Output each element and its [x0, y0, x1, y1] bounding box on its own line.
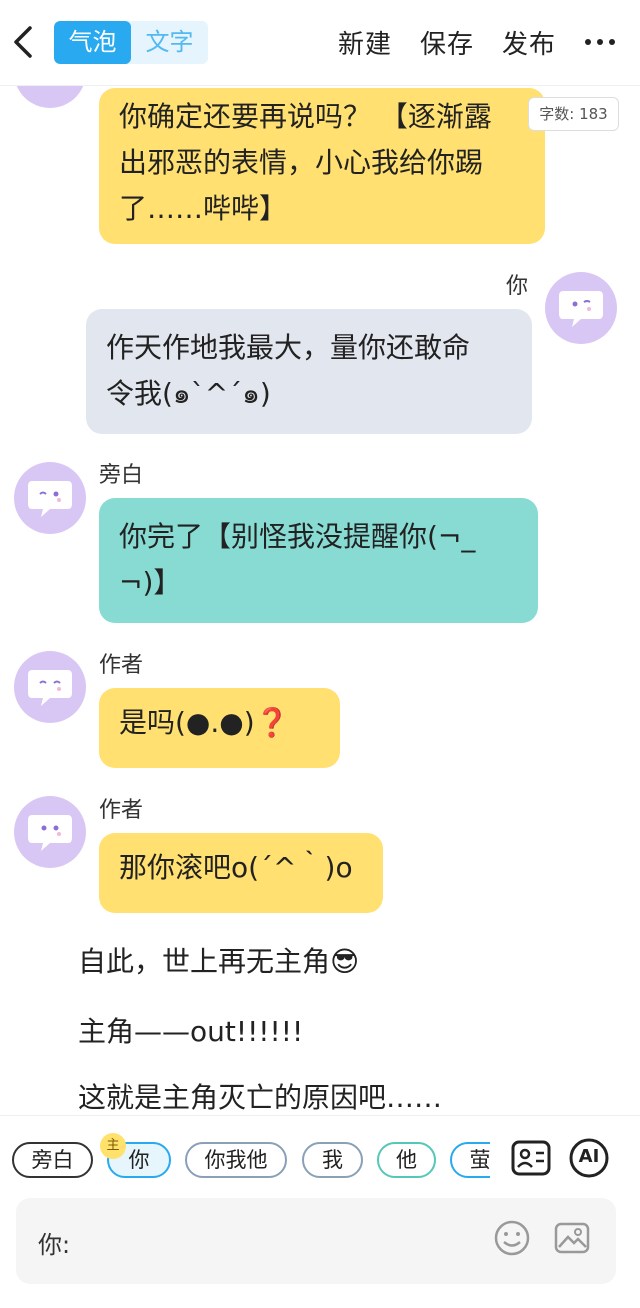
word-count-badge: 字数: 183 [528, 97, 619, 131]
message-bubble[interactable]: 你完了【别怪我没提醒你(¬_ ¬)】 [99, 498, 538, 623]
message-line: 出邪恶的表情，小心我给你踢 [119, 146, 484, 179]
role-chip-list[interactable]: 旁白 你 你我他 我 他 萤 [0, 1136, 490, 1186]
message-line: ¬)】 [119, 566, 182, 599]
chat-area[interactable]: 你确定还要再说吗？ 【逐渐露 出邪恶的表情，小心我给你踢 了……哔哔】 你 作天… [0, 0, 640, 1115]
speaker-name: 作者 [99, 653, 144, 678]
emoji-button[interactable] [492, 1218, 532, 1258]
more-button[interactable] [583, 24, 617, 60]
top-bar: 气泡 文字 新建 保存 发布 [0, 0, 640, 86]
role-chip[interactable]: 我 [302, 1142, 363, 1178]
contact-card-icon [511, 1140, 551, 1176]
message-bubble[interactable]: 你确定还要再说吗？ 【逐渐露 出邪恶的表情，小心我给你踢 了……哔哔】 [99, 88, 545, 244]
chat-bubble-face-icon [28, 481, 72, 517]
save-button[interactable]: 保存 [420, 24, 474, 61]
chat-bubble-face-icon [559, 291, 603, 327]
role-chip[interactable]: 萤 [450, 1142, 490, 1178]
emoji-icon [494, 1220, 530, 1256]
image-button[interactable] [552, 1218, 592, 1258]
avatar[interactable] [14, 651, 86, 723]
message-line: 你确定还要再说吗？ 【逐渐露 [119, 100, 492, 133]
new-button[interactable]: 新建 [338, 24, 392, 61]
message-line: 了……哔哔】 [119, 192, 288, 225]
avatar[interactable] [14, 462, 86, 534]
chat-bubble-face-icon [28, 670, 72, 706]
avatar[interactable] [545, 272, 617, 344]
message-line: 令我(๑`^´๑) [106, 377, 271, 410]
chat-bubble-face-icon [28, 815, 72, 851]
role-chip[interactable]: 你我他 [185, 1142, 287, 1178]
role-chip[interactable]: 旁白 [12, 1142, 93, 1178]
main-role-badge: 主 [100, 1133, 126, 1159]
role-manage-button[interactable] [510, 1137, 552, 1179]
message-bubble[interactable]: 作天作地我最大，量你还敢命 令我(๑`^´๑) [86, 309, 532, 434]
message-input[interactable]: 你: [16, 1198, 616, 1284]
speaker-name: 旁白 [99, 463, 144, 488]
tab-text[interactable]: 文字 [131, 21, 208, 64]
ai-label: AI [578, 1146, 600, 1167]
bottom-panel: 旁白 你 你我他 我 他 萤 主 AI 你: [0, 1115, 640, 1308]
narration-line[interactable]: 主角——out!!!!!! [78, 1010, 303, 1050]
speaker-name: 你 [506, 274, 529, 299]
message-line: 作天作地我最大，量你还敢命 [106, 331, 471, 364]
role-chip[interactable]: 他 [377, 1142, 436, 1178]
image-icon [554, 1222, 590, 1254]
message-line: 那你滚吧o(´^｀)o [119, 851, 353, 884]
tab-bubble[interactable]: 气泡 [54, 21, 131, 64]
message-line: 是吗(●.●)❓ [119, 706, 290, 739]
narration-line[interactable]: 自此，世上再无主角😎 [78, 940, 359, 980]
message-bubble[interactable]: 那你滚吧o(´^｀)o [99, 833, 383, 913]
message-line: 你完了【别怪我没提醒你(¬_ [119, 520, 476, 553]
back-button[interactable] [8, 22, 38, 62]
speaker-name: 作者 [99, 798, 144, 823]
avatar[interactable] [14, 796, 86, 868]
input-role-label: 你: [38, 1231, 71, 1259]
message-bubble[interactable]: 是吗(●.●)❓ [99, 688, 340, 768]
back-arrow-icon [14, 26, 32, 58]
more-dots-icon [585, 39, 615, 45]
mode-switch: 气泡 文字 [54, 21, 208, 64]
narration-line[interactable]: 这就是主角灭亡的原因吧…… [78, 1076, 442, 1115]
publish-button[interactable]: 发布 [502, 24, 556, 61]
ai-button[interactable]: AI [568, 1137, 610, 1179]
